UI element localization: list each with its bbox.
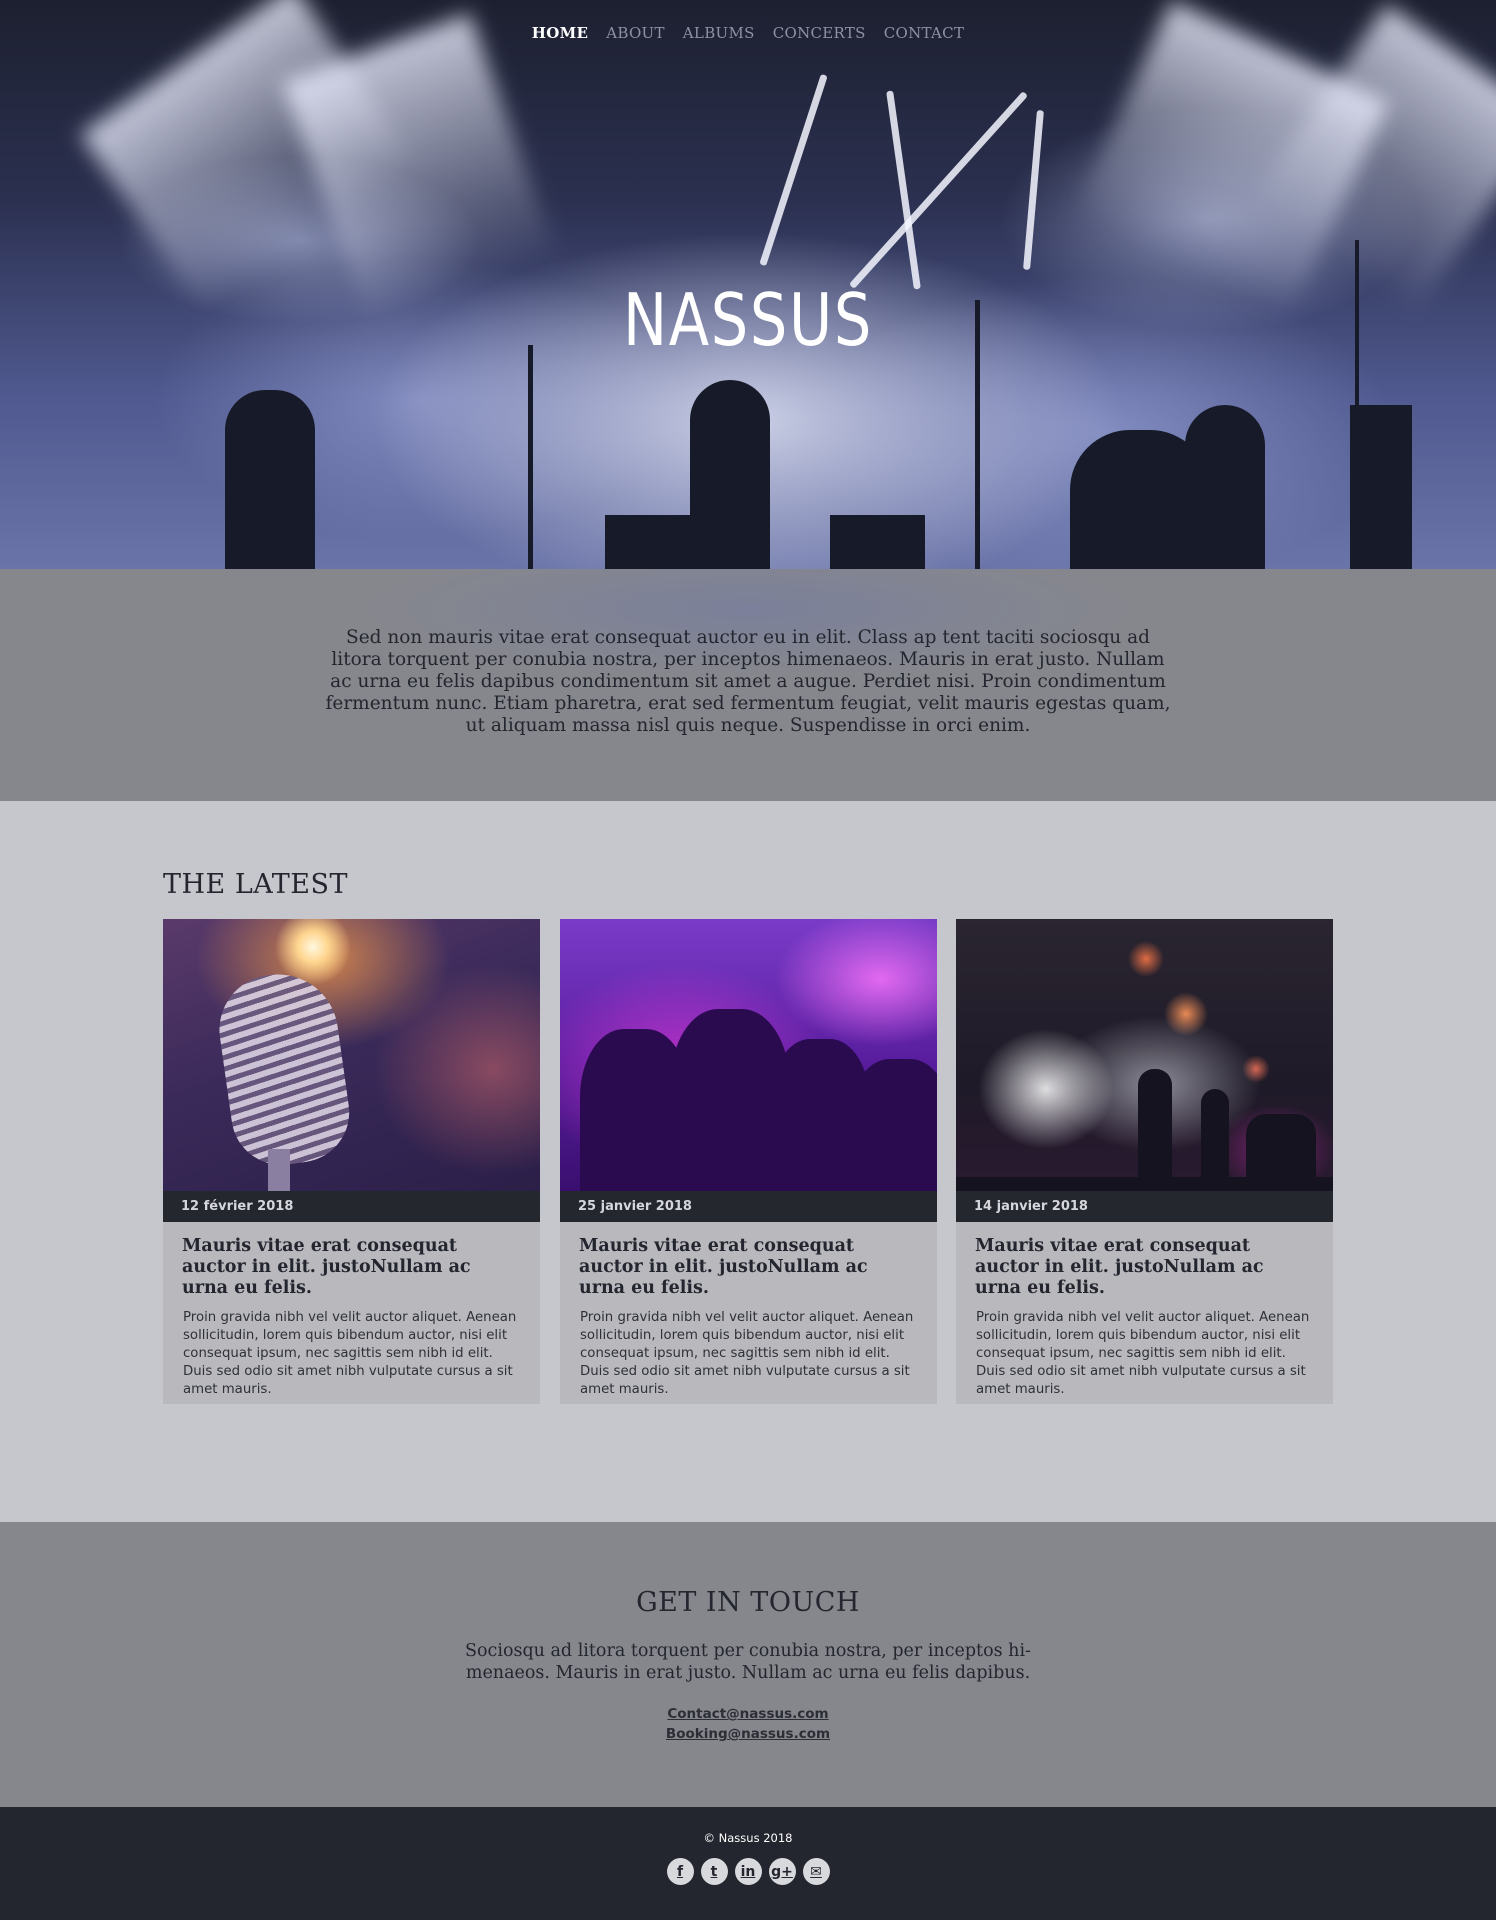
facebook-icon[interactable]: f [666, 1858, 694, 1885]
guitarist-silhouette [1138, 1069, 1172, 1179]
mail-icon[interactable]: ✉ [802, 1858, 830, 1885]
card-body: Proin gravida nibh vel velit auctor aliq… [183, 1310, 517, 1397]
crowd-silhouette [850, 1059, 937, 1191]
contact-text: Sociosqu ad litora torquent per conubia … [465, 1641, 1031, 1683]
card-date: 25 janvier 2018 [560, 1191, 937, 1222]
nav-item-concerts[interactable]: CONCERTS [773, 24, 866, 42]
card-title[interactable]: Mauris vitae erat consequat auctor in el… [560, 1222, 937, 1299]
contact-links: Contact@nassus.com Booking@nassus.com [0, 1704, 1496, 1744]
stage-photo [956, 919, 1333, 1191]
latest-section: THE LATEST 12 février 2018 Mauris vitae … [0, 801, 1496, 1522]
card-body: Proin gravida nibh vel velit auctor aliq… [976, 1310, 1310, 1397]
guitarist-silhouette [225, 390, 315, 569]
card-date: 14 janvier 2018 [956, 1191, 1333, 1222]
google-plus-icon[interactable]: g+ [768, 1858, 796, 1885]
nav-item-albums[interactable]: ALBUMS [683, 24, 755, 42]
contact-heading: GET IN TOUCH [636, 1587, 860, 1618]
light-stick [1023, 109, 1044, 271]
microphone-stand-shape [268, 1149, 290, 1191]
card-date: 12 février 2018 [163, 1191, 540, 1222]
card-body: Proin gravida nibh vel velit auctor aliq… [580, 1310, 914, 1397]
microphone-photo [163, 919, 540, 1191]
card-title[interactable]: Mauris vitae erat consequat auctor in el… [956, 1222, 1333, 1299]
light-stick [848, 91, 1029, 289]
keyboardist-silhouette [1185, 405, 1265, 569]
nav-item-about[interactable]: ABOUT [606, 24, 665, 42]
amp-silhouette [830, 515, 925, 569]
hero-banner: HOME ABOUT ALBUMS CONCERTS CONTACT NASSU… [0, 0, 1496, 569]
contact-section: GET IN TOUCH Sociosqu ad litora torquent… [0, 1522, 1496, 1807]
copyright: © Nassus 2018 [703, 1831, 793, 1845]
social-links: f t in g+ ✉ [0, 1858, 1496, 1885]
card-title[interactable]: Mauris vitae erat consequat auctor in el… [163, 1222, 540, 1299]
main-nav: HOME ABOUT ALBUMS CONCERTS CONTACT [0, 24, 1496, 42]
nav-item-contact[interactable]: CONTACT [884, 24, 965, 42]
amp-silhouette [605, 515, 705, 569]
drum-kit-silhouette [1246, 1114, 1316, 1179]
booking-email-link[interactable]: Booking@nassus.com [0, 1724, 1496, 1744]
bassist-silhouette [1201, 1089, 1229, 1179]
light-stick [759, 73, 828, 267]
stage-floor [956, 1177, 1333, 1191]
intro-band: Sed non mauris vitae erat consequat auct… [0, 569, 1496, 801]
crowd-photo [560, 919, 937, 1191]
news-card[interactable]: 14 janvier 2018 Mauris vitae erat conseq… [956, 919, 1333, 1404]
band-logo: NASSUS [622, 278, 874, 362]
twitter-icon[interactable]: t [700, 1858, 728, 1885]
news-card[interactable]: 25 janvier 2018 Mauris vitae erat conseq… [560, 919, 937, 1404]
footer: © Nassus 2018 f t in g+ ✉ [0, 1807, 1496, 1920]
contact-email-link[interactable]: Contact@nassus.com [0, 1704, 1496, 1724]
mic-stand-silhouette [528, 345, 533, 569]
latest-heading: THE LATEST [163, 869, 349, 900]
linkedin-icon[interactable]: in [734, 1858, 762, 1885]
microphone-shape [212, 966, 356, 1172]
news-card[interactable]: 12 février 2018 Mauris vitae erat conseq… [163, 919, 540, 1404]
speaker-silhouette [1350, 405, 1412, 569]
nav-item-home[interactable]: HOME [532, 24, 588, 42]
intro-text: Sed non mauris vitae erat consequat auct… [325, 627, 1171, 736]
light-stick [886, 90, 921, 290]
